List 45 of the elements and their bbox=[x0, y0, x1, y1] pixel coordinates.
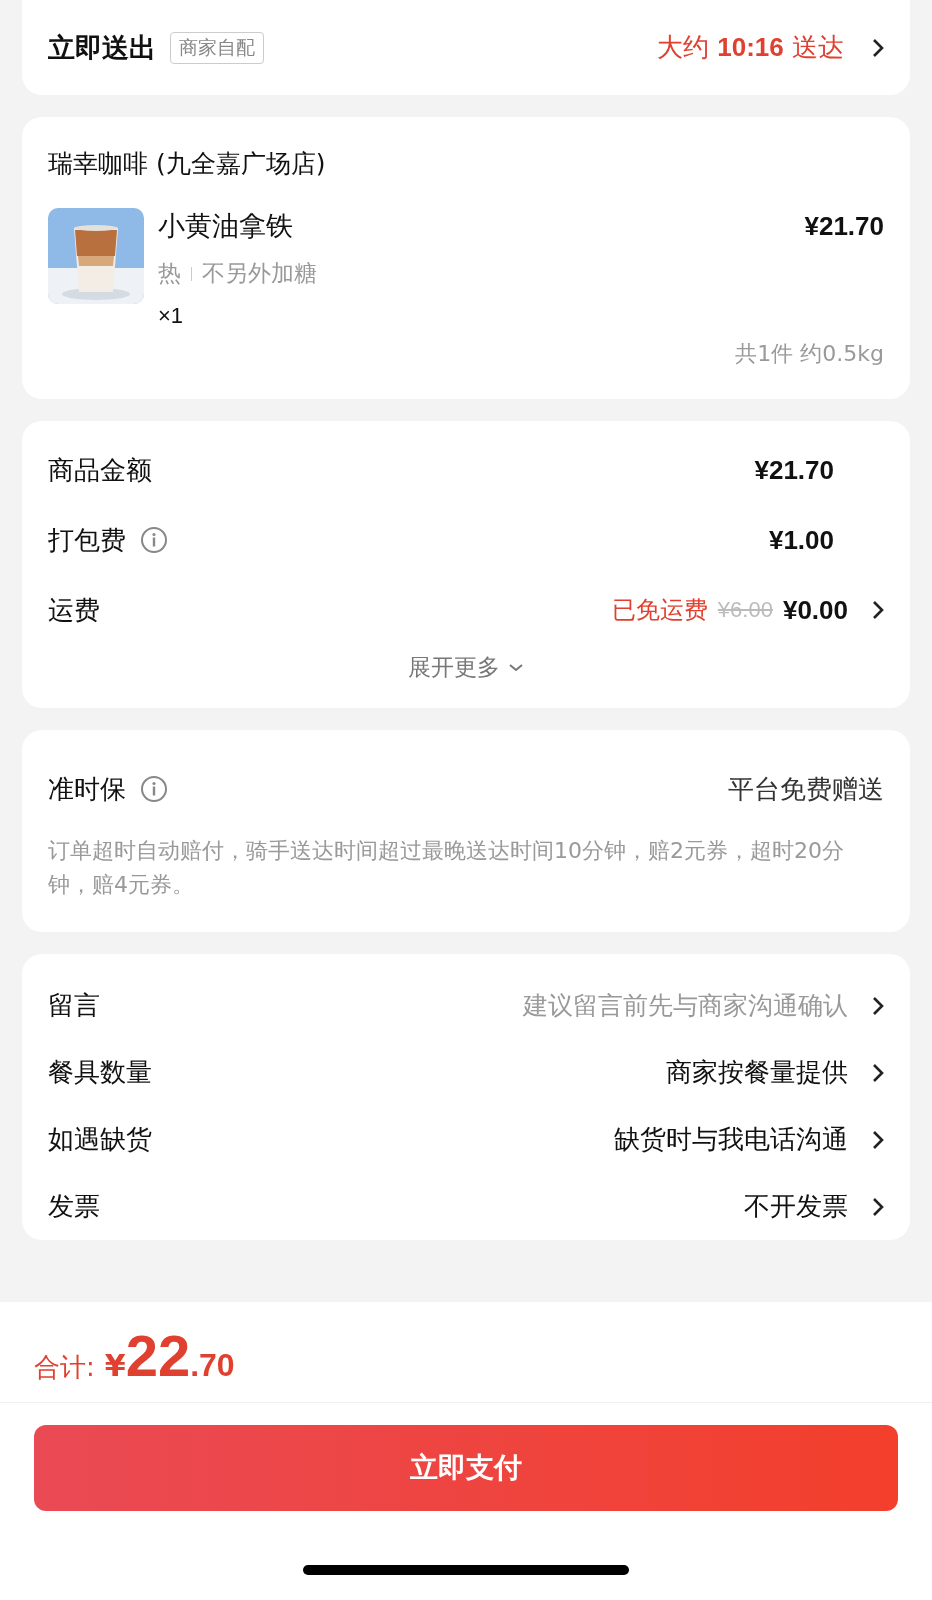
guarantee-title: 准时保 bbox=[48, 772, 126, 806]
info-icon bbox=[140, 775, 168, 803]
guarantee-value: 平台免费赠送 bbox=[728, 772, 884, 806]
fee-value: ¥1.00 bbox=[768, 524, 834, 556]
chevron-icon bbox=[872, 1062, 884, 1083]
fee-label: 打包费 bbox=[48, 523, 126, 557]
option-value[interactable]: 缺货时与我电话沟通 bbox=[614, 1122, 848, 1157]
pay-button[interactable]: 立即支付 bbox=[34, 1425, 898, 1511]
currency-sign: ¥ bbox=[104, 1348, 126, 1383]
fee-label: 运费 bbox=[48, 593, 100, 627]
order-summary: 共1件 约0.5kg bbox=[735, 340, 884, 368]
item-name: 小黄油拿铁 bbox=[158, 209, 293, 243]
option-hint[interactable]: 建议留言前先与商家沟通确认 bbox=[523, 989, 848, 1022]
option-label: 留言 bbox=[48, 989, 100, 1022]
total-label: 合计: bbox=[34, 1351, 95, 1384]
item-price: ¥21.70 bbox=[804, 210, 884, 242]
option-label: 发票 bbox=[48, 1190, 100, 1223]
total-amount: 22 bbox=[125, 1322, 191, 1389]
store-name: 瑞幸咖啡 (九全嘉广场店) bbox=[48, 148, 327, 180]
caret-icon bbox=[508, 662, 524, 673]
item-spec: 不另外加糖 bbox=[202, 259, 317, 288]
chevron-icon bbox=[872, 1129, 884, 1150]
delivery-time[interactable]: 大约 10:16 送达 bbox=[656, 30, 844, 65]
option-value[interactable]: 不开发票 bbox=[744, 1189, 848, 1224]
option-label: 餐具数量 bbox=[48, 1056, 152, 1089]
chevron-icon bbox=[872, 1196, 884, 1217]
fee-label: 商品金额 bbox=[48, 453, 152, 487]
chevron-icon bbox=[872, 37, 884, 58]
item-spec: 热 bbox=[158, 259, 181, 288]
original-price: ¥6.00 bbox=[717, 597, 773, 623]
home-indicator[interactable] bbox=[303, 1565, 629, 1575]
fee-value: ¥0.00 bbox=[782, 594, 848, 626]
expand-button[interactable]: 展开更多 bbox=[48, 651, 884, 684]
item-quantity: ×1 bbox=[158, 303, 185, 329]
total-decimal: .70 bbox=[190, 1347, 235, 1384]
delivery-title: 立即送出 bbox=[48, 30, 156, 65]
chevron-icon bbox=[872, 995, 884, 1016]
chevron-icon bbox=[872, 600, 884, 620]
info-icon bbox=[140, 526, 168, 554]
fee-value: ¥21.70 bbox=[754, 454, 834, 486]
option-value[interactable]: 商家按餐量提供 bbox=[666, 1055, 848, 1090]
delivery-tag: 商家自配 bbox=[170, 31, 264, 64]
fee-note: 已免运费 bbox=[611, 595, 708, 626]
option-label: 如遇缺货 bbox=[48, 1123, 152, 1156]
guarantee-description: 订单超时自动赔付，骑手送达时间超过最晚送达时间10分钟，赔2元券，超时20分钟，赔4元券。 bbox=[48, 837, 845, 899]
